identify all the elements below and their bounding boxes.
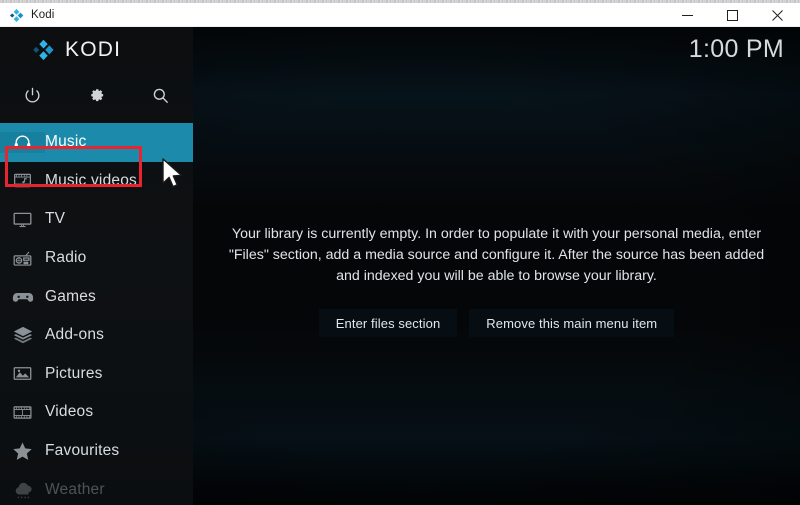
window-titlebar: Kodi xyxy=(0,4,800,27)
sidebar-item-weather[interactable]: Weather xyxy=(0,470,193,505)
addons-box-icon xyxy=(0,324,45,346)
gear-icon[interactable] xyxy=(64,86,128,105)
sidebar-item-label: Favourites xyxy=(45,442,119,460)
sidebar: KODI xyxy=(0,27,193,505)
screen-root: Kodi 1:00 PM Your library is currently e… xyxy=(0,0,800,505)
sidebar-item-radio[interactable]: Radio xyxy=(0,239,193,278)
empty-library-block: Your library is currently empty. In orde… xyxy=(193,224,800,337)
brand: KODI xyxy=(0,27,193,73)
remove-main-menu-item-button[interactable]: Remove this main menu item xyxy=(469,309,674,337)
sidebar-item-tv[interactable]: TV xyxy=(0,200,193,239)
titlebar-app-identity: Kodi xyxy=(0,8,54,23)
sidebar-item-label: Videos xyxy=(45,403,93,421)
sidebar-item-pictures[interactable]: Pictures xyxy=(0,355,193,394)
sidebar-item-music-videos[interactable]: Music videos xyxy=(0,162,193,201)
search-icon[interactable] xyxy=(129,86,193,105)
star-icon xyxy=(0,440,45,463)
brand-text: KODI xyxy=(65,38,121,62)
power-icon[interactable] xyxy=(0,86,64,105)
sidebar-item-label: Weather xyxy=(45,481,105,499)
enter-files-section-button[interactable]: Enter files section xyxy=(319,309,458,337)
sidebar-item-games[interactable]: Games xyxy=(0,277,193,316)
empty-library-message: Your library is currently empty. In orde… xyxy=(217,224,777,287)
close-icon[interactable] xyxy=(755,4,800,27)
kodi-logo-icon xyxy=(9,8,24,23)
sidebar-item-music[interactable]: Music xyxy=(0,123,193,162)
sidebar-toolbar xyxy=(0,73,193,117)
sidebar-item-videos[interactable]: Videos xyxy=(0,393,193,432)
sidebar-item-label: TV xyxy=(45,210,65,228)
empty-library-actions: Enter files section Remove this main men… xyxy=(319,309,674,337)
tv-icon xyxy=(0,209,45,230)
window-controls xyxy=(665,4,800,27)
sidebar-item-label: Radio xyxy=(45,249,87,267)
sidebar-item-label: Add-ons xyxy=(45,326,104,344)
sidebar-item-label: Games xyxy=(45,288,96,306)
sidebar-item-favourites[interactable]: Favourites xyxy=(0,432,193,471)
sidebar-item-label: Music videos xyxy=(45,172,137,190)
sidebar-item-add-ons[interactable]: Add-ons xyxy=(0,316,193,355)
music-video-icon xyxy=(0,170,45,191)
maximize-icon[interactable] xyxy=(710,4,755,27)
sidebar-item-label: Pictures xyxy=(45,365,103,383)
radio-icon xyxy=(0,248,45,269)
picture-icon xyxy=(0,363,45,384)
sidebar-menu: Music Mus xyxy=(0,123,193,505)
headphones-icon xyxy=(0,132,45,153)
weather-icon xyxy=(0,479,45,501)
kodi-app-surface: 1:00 PM Your library is currently empty.… xyxy=(0,27,800,505)
sidebar-item-label: Music xyxy=(45,133,86,151)
main-content-panel: Your library is currently empty. In orde… xyxy=(193,27,800,505)
kodi-logo-icon xyxy=(31,39,56,61)
window-title: Kodi xyxy=(31,9,54,21)
gamepad-icon xyxy=(0,286,45,308)
minimize-icon[interactable] xyxy=(665,4,710,27)
film-strip-icon xyxy=(0,402,45,423)
